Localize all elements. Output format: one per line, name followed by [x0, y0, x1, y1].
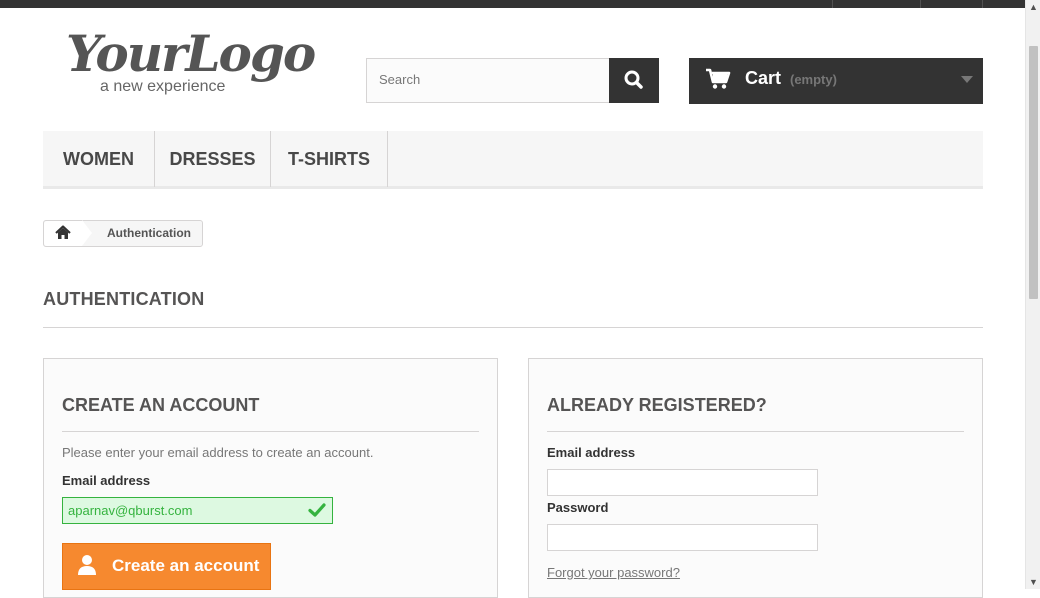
- login-password-input[interactable]: [548, 525, 793, 550]
- nav-item-dresses[interactable]: DRESSES: [155, 131, 271, 187]
- create-account-title: CREATE AN ACCOUNT: [62, 395, 260, 415]
- login-email-input[interactable]: [548, 470, 793, 495]
- top-bar-divider: [920, 0, 921, 8]
- create-email-input[interactable]: [63, 498, 308, 523]
- login-email-field-wrapper: [547, 469, 818, 496]
- site-logo[interactable]: YourLogo a new experience: [62, 24, 316, 100]
- home-icon: [55, 225, 71, 239]
- nav-item-women[interactable]: WOMEN: [43, 131, 155, 187]
- cart-label: Cart: [745, 68, 782, 88]
- top-bar: [0, 0, 1025, 8]
- login-password-field-wrapper: [547, 524, 818, 551]
- scroll-down-icon[interactable]: ▼: [1026, 575, 1040, 589]
- section-divider: [62, 431, 479, 432]
- breadcrumb: Authentication: [43, 220, 203, 247]
- search-icon: [624, 70, 643, 89]
- login-password-label: Password: [547, 500, 609, 515]
- user-icon: [78, 555, 96, 575]
- chevron-down-icon: [961, 76, 973, 83]
- create-email-label: Email address: [62, 473, 151, 488]
- check-icon: [308, 503, 326, 517]
- login-title: ALREADY REGISTERED?: [547, 395, 767, 415]
- page-title: AUTHENTICATION: [43, 289, 205, 309]
- breadcrumb-home[interactable]: [44, 221, 82, 246]
- create-account-instructions: Please enter your email address to creat…: [62, 445, 374, 460]
- create-account-button[interactable]: Create an account: [62, 543, 271, 590]
- breadcrumb-separator: [82, 220, 92, 246]
- search-box: [366, 58, 610, 103]
- create-account-form: CREATE AN ACCOUNT Please enter your emai…: [43, 358, 498, 598]
- top-bar-divider: [982, 0, 983, 8]
- create-email-field-wrapper: [62, 497, 333, 524]
- scroll-up-icon[interactable]: ▲: [1026, 0, 1040, 14]
- top-bar-divider: [832, 0, 833, 8]
- section-divider: [547, 431, 964, 432]
- login-email-label: Email address: [547, 445, 636, 460]
- cart-block[interactable]: Cart (empty): [689, 58, 983, 104]
- main-nav: WOMEN DRESSES T-SHIRTS: [43, 131, 983, 189]
- scrollbar-thumb[interactable]: [1029, 46, 1038, 299]
- logo-tagline: a new experience: [100, 78, 226, 95]
- page-title-divider: [43, 327, 983, 328]
- cart-quantity: (empty): [790, 72, 837, 87]
- search-input[interactable]: [367, 59, 609, 100]
- cart-icon: [706, 68, 731, 89]
- search-button[interactable]: [609, 58, 659, 103]
- breadcrumb-current: Authentication: [107, 226, 191, 240]
- logo-wordmark: YourLogo: [66, 24, 316, 83]
- page-scrollbar[interactable]: ▲ ▼: [1025, 0, 1040, 589]
- forgot-password-link[interactable]: Forgot your password?: [547, 565, 680, 580]
- login-form: ALREADY REGISTERED? Email address Passwo…: [528, 358, 983, 598]
- nav-item-tshirts[interactable]: T-SHIRTS: [271, 131, 388, 187]
- create-account-button-label: Create an account: [112, 556, 260, 575]
